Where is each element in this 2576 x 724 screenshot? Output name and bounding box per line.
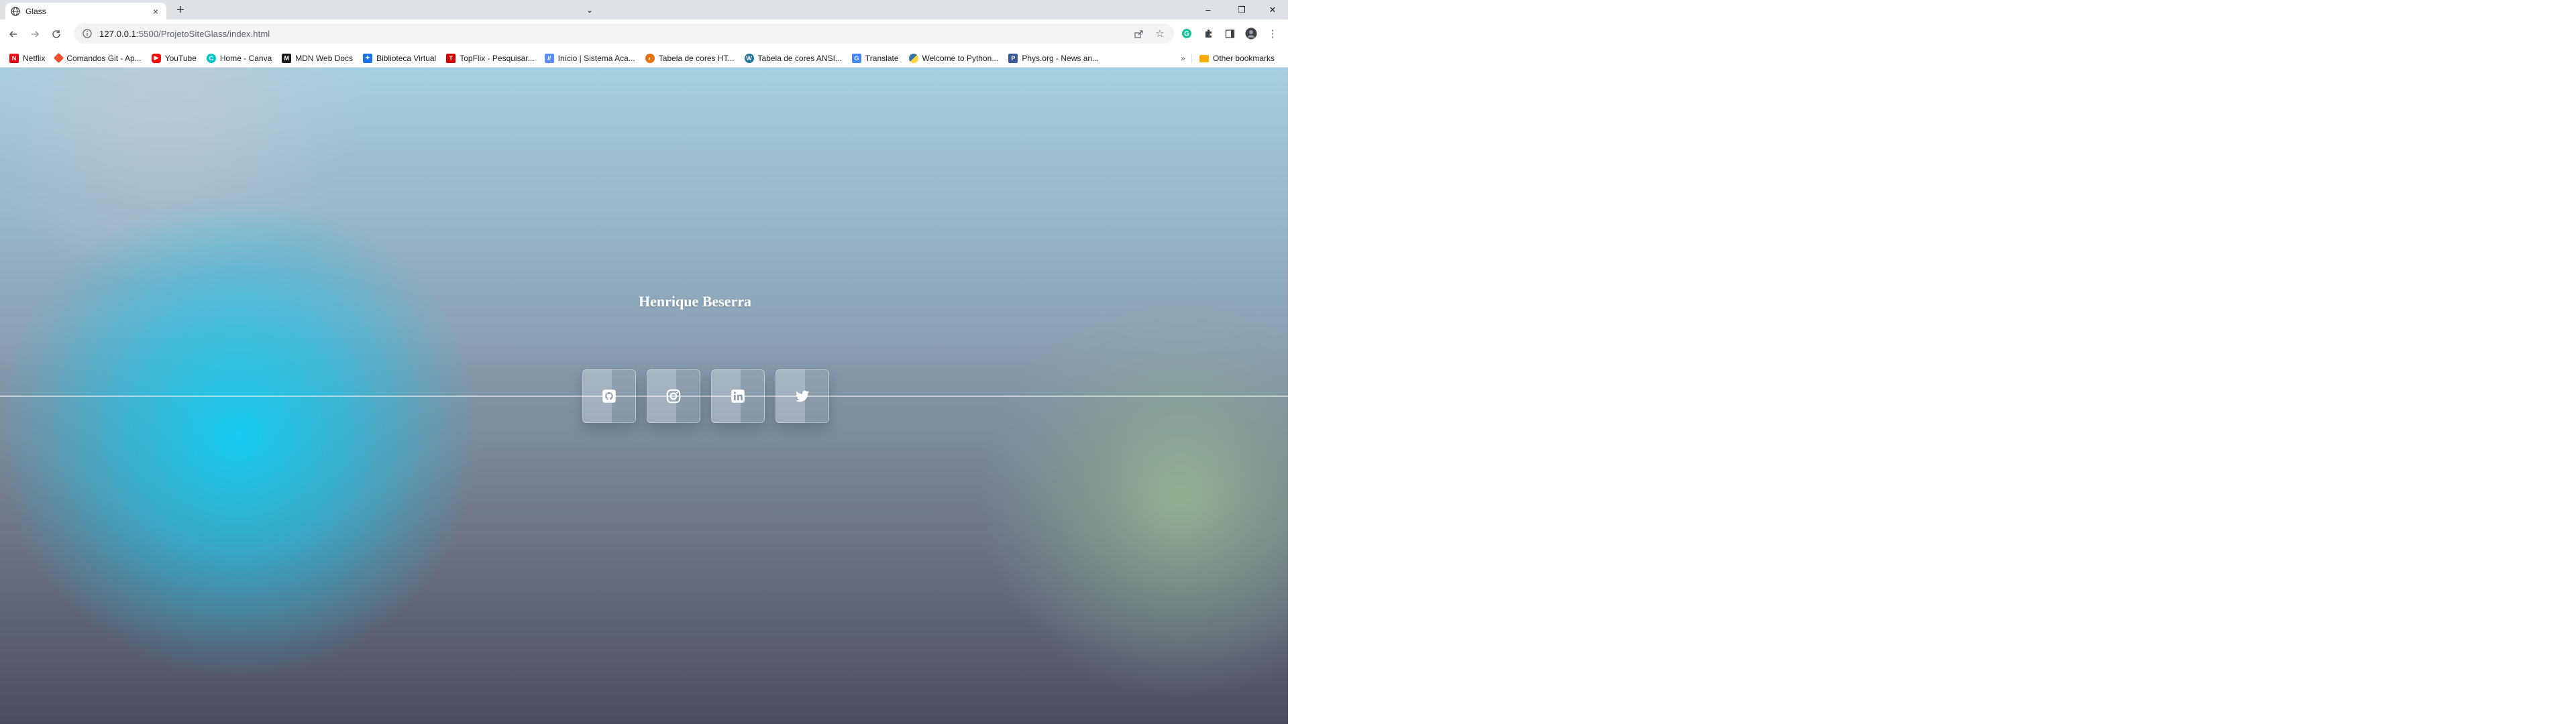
url-path: :5500/ProjetoSiteGlass/index.html [136, 28, 270, 39]
close-window-button[interactable]: ✕ [1257, 0, 1288, 19]
profile-name: Henrique Beserra [638, 293, 752, 310]
wordpress-icon: W [744, 53, 754, 63]
bookmark-biblioteca[interactable]: ✦ Biblioteca Virtual [363, 53, 437, 63]
share-icon[interactable] [1130, 25, 1147, 42]
bookmark-label: MDN Web Docs [295, 53, 354, 63]
tab-search-icon[interactable]: ⌄ [574, 0, 605, 19]
browser-window: Glass × + ⌄ – ❐ ✕ 127.0.0.1:5500/Projeto… [0, 0, 1288, 724]
youtube-icon: ▶ [151, 53, 161, 63]
twitter-button[interactable] [775, 369, 829, 423]
bookmark-label: Netflix [23, 53, 46, 63]
url-host: 127.0.0.1 [99, 28, 137, 39]
bookmark-label: Welcome to Python... [922, 53, 999, 63]
arrow-left-icon [9, 31, 17, 38]
topflix-icon: T [446, 53, 456, 63]
bookmark-tabela-ansi[interactable]: W Tabela de cores ANSI... [744, 53, 842, 63]
tab-strip: Glass × + ⌄ – ❐ ✕ [0, 0, 1288, 19]
bookmark-label: Translate [865, 53, 899, 63]
side-panel-icon[interactable] [1221, 25, 1238, 42]
linkedin-button[interactable] [711, 369, 765, 423]
twitter-icon [795, 390, 810, 402]
bookmark-git[interactable]: Comandos Git - Ap... [54, 52, 142, 64]
extensions-icon[interactable] [1199, 25, 1217, 42]
bookmark-label: Phys.org - News an... [1022, 53, 1099, 63]
other-bookmarks-label: Other bookmarks [1213, 54, 1275, 63]
restore-button[interactable]: ❐ [1226, 0, 1257, 19]
back-button[interactable] [4, 25, 23, 44]
bookmark-label: Home - Canva [219, 53, 272, 63]
arrow-right-icon [32, 31, 40, 38]
bookmark-star-icon[interactable]: ☆ [1151, 25, 1169, 42]
new-tab-button[interactable]: + [173, 3, 188, 18]
forward-button[interactable] [25, 25, 44, 44]
mdn-icon: M [282, 53, 292, 63]
address-bar[interactable]: 127.0.0.1:5500/ProjetoSiteGlass/index.ht… [74, 23, 1174, 44]
tab-close-icon[interactable]: × [150, 6, 161, 17]
netflix-icon: N [9, 53, 19, 63]
url-text: 127.0.0.1:5500/ProjetoSiteGlass/index.ht… [99, 29, 270, 39]
instagram-icon [666, 389, 681, 404]
github-icon [602, 389, 616, 403]
other-bookmarks-button[interactable]: Other bookmarks [1199, 49, 1275, 68]
git-icon [54, 52, 64, 64]
bookmark-label: YouTube [164, 53, 197, 63]
tabela-html-icon: ◐ [645, 53, 655, 63]
bookmark-label: Tabela de cores ANSI... [757, 53, 842, 63]
bookmark-label: TopFlix - Pesquisar... [460, 53, 535, 63]
bookmark-label: Tabela de cores HT... [658, 53, 735, 63]
grammarly-icon[interactable]: G [1178, 25, 1195, 42]
menu-kebab-icon[interactable]: ⋮ [1264, 25, 1281, 42]
page-viewport: Henrique Beserra [0, 68, 1288, 724]
folder-icon [1199, 54, 1209, 62]
bookmark-youtube[interactable]: ▶ YouTube [151, 53, 197, 63]
tab-glass[interactable]: Glass × [5, 3, 166, 19]
bookmark-netflix[interactable]: N Netflix [9, 53, 46, 63]
reload-icon [52, 30, 60, 38]
bookmark-label: Biblioteca Virtual [376, 53, 437, 63]
biblioteca-icon: ✦ [363, 53, 373, 63]
svg-text:G: G [1184, 31, 1189, 38]
translate-icon: G [851, 53, 861, 63]
python-icon [908, 53, 918, 63]
canva-icon: C [206, 53, 216, 63]
toolbar: 127.0.0.1:5500/ProjetoSiteGlass/index.ht… [0, 19, 1288, 49]
bookmark-python[interactable]: Welcome to Python... [908, 53, 999, 63]
minimize-button[interactable]: – [1193, 0, 1224, 19]
bookmark-sistema[interactable]: //Início | Sistema Aca... [544, 53, 635, 63]
bookmark-topflix[interactable]: T TopFlix - Pesquisar... [446, 53, 535, 63]
bookmark-canva[interactable]: C Home - Canva [206, 53, 272, 63]
profile-avatar[interactable] [1242, 25, 1260, 42]
bookmark-translate[interactable]: G Translate [851, 53, 899, 63]
instagram-button[interactable] [647, 369, 700, 423]
bookmark-label: Comandos Git - Ap... [66, 53, 142, 63]
bookmark-mdn[interactable]: M MDN Web Docs [282, 53, 354, 63]
bookmarks-divider [1191, 54, 1192, 63]
globe-icon [11, 6, 20, 16]
bookmark-tabela-html[interactable]: ◐ Tabela de cores HT... [645, 53, 735, 63]
bookmark-physorg[interactable]: P Phys.org - News an... [1008, 53, 1099, 63]
bookmark-label: Início | Sistema Aca... [557, 53, 635, 63]
tab-title: Glass [25, 6, 46, 16]
sistema-icon: // [544, 53, 554, 63]
github-button[interactable] [582, 369, 636, 423]
horizontal-line [0, 396, 1288, 397]
reload-button[interactable] [47, 25, 66, 44]
linkedin-icon [731, 389, 745, 403]
physorg-icon: P [1008, 53, 1018, 63]
bookmarks-bar: N Netflix Comandos Git - Ap... ▶ YouTube C… [0, 49, 1288, 68]
more-bookmarks-button[interactable]: » [1181, 54, 1185, 63]
site-info-icon[interactable] [82, 28, 93, 39]
